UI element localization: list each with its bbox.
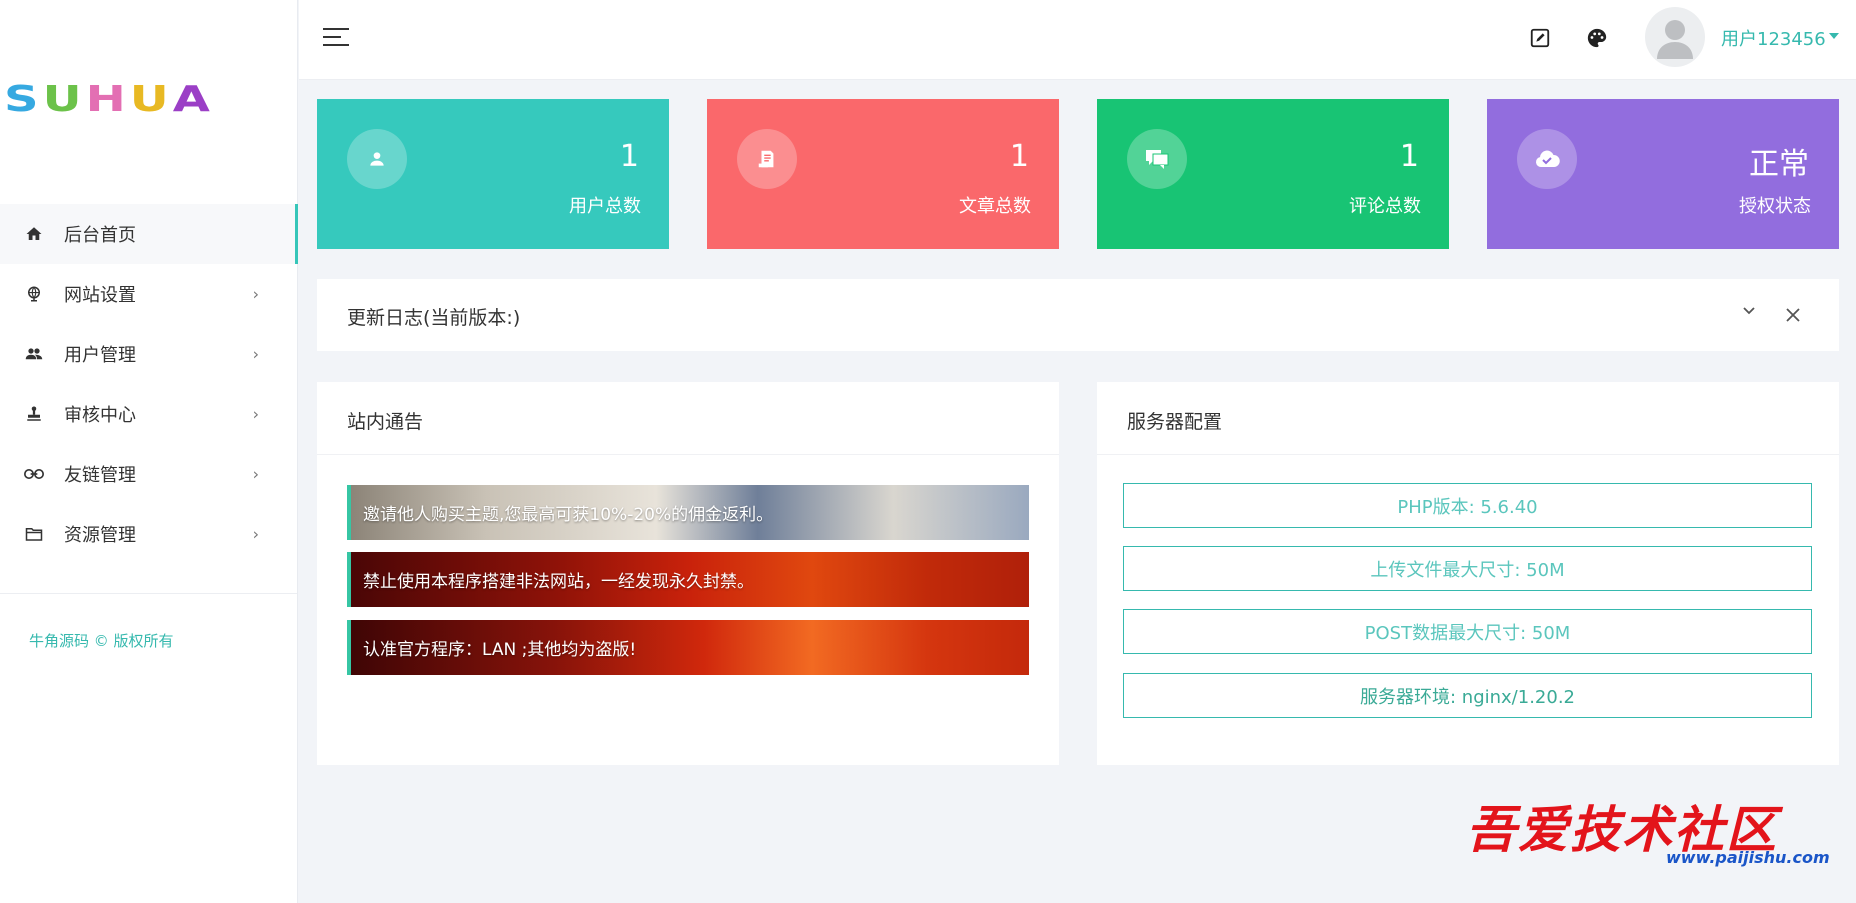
stat-label: 文章总数 — [959, 196, 1031, 217]
logo-letter: A — [172, 78, 214, 120]
sidebar-item-label: 用户管理 — [64, 345, 136, 366]
folder-icon — [24, 524, 44, 544]
notice-text: 禁止使用本程序搭建非法网站，一经发现永久封禁。 — [363, 572, 754, 592]
logo-letter: U — [42, 78, 86, 120]
chevron-right-icon: › — [252, 464, 259, 484]
server-info-upload[interactable]: 上传文件最大尺寸: 50M — [1123, 546, 1812, 591]
notice-item[interactable]: 禁止使用本程序搭建非法网站，一经发现永久封禁。 — [347, 552, 1029, 607]
chevron-right-icon: › — [252, 344, 259, 364]
server-panel-title: 服务器配置 — [1127, 411, 1223, 433]
sidebar-item-label: 审核中心 — [64, 405, 136, 426]
notice-panel-title: 站内通告 — [347, 411, 424, 433]
user-name-link[interactable]: 用户123456 — [1721, 25, 1826, 51]
avatar[interactable] — [1645, 7, 1705, 67]
stat-card-users[interactable]: 1 用户总数 — [317, 99, 669, 249]
logo-letter: H — [85, 78, 130, 120]
stat-card-articles[interactable]: 1 文章总数 — [707, 99, 1059, 249]
sidebar-item-users[interactable]: 用户管理 › — [0, 324, 297, 384]
stat-label: 评论总数 — [1349, 196, 1421, 217]
server-info-post[interactable]: POST数据最大尺寸: 50M — [1123, 609, 1812, 654]
server-config-panel: 服务器配置 PHP版本: 5.6.40 上传文件最大尺寸: 50M POST数据… — [1097, 382, 1839, 765]
users-icon — [24, 344, 44, 364]
stat-value: 1 — [619, 139, 639, 174]
notice-item[interactable]: 认准官方程序：LAN ;其他均为盗版! — [347, 620, 1029, 675]
sidebar-item-label: 友链管理 — [64, 465, 136, 486]
chevron-down-icon[interactable] — [1741, 299, 1757, 323]
home-icon — [24, 224, 44, 244]
chevron-right-icon: › — [252, 404, 259, 424]
logo-letter: S — [4, 78, 43, 120]
cloud-check-icon — [1517, 129, 1577, 189]
stat-label: 授权状态 — [1739, 196, 1811, 217]
changelog-title: 更新日志(当前版本:) — [347, 307, 521, 329]
sidebar-item-resources[interactable]: 资源管理 › — [0, 504, 297, 564]
caret-down-icon[interactable] — [1829, 33, 1839, 39]
server-info-php[interactable]: PHP版本: 5.6.40 — [1123, 483, 1812, 528]
stat-value: 正常 — [1749, 147, 1809, 182]
notice-text: 邀请他人购买主题,您最高可获10%-20%的佣金返利。 — [363, 505, 774, 525]
sidebar-item-site-settings[interactable]: 网站设置 › — [0, 264, 297, 324]
menu-toggle-icon[interactable] — [323, 28, 349, 48]
stat-value: 1 — [1399, 139, 1419, 174]
stat-label: 用户总数 — [569, 196, 641, 217]
palette-icon[interactable] — [1585, 26, 1609, 50]
user-icon — [347, 129, 407, 189]
sidebar-nav: 后台首页 网站设置 › 用户管理 › 审核中心 › 友链管理 › 资源管理 › — [0, 204, 298, 564]
link-icon — [24, 464, 44, 484]
changelog-panel: 更新日志(当前版本:) — [317, 279, 1839, 351]
edit-icon[interactable] — [1528, 26, 1552, 50]
stamp-icon — [24, 404, 44, 424]
stat-card-comments[interactable]: 1 评论总数 — [1097, 99, 1449, 249]
sidebar-item-label: 网站设置 — [64, 285, 136, 306]
article-icon — [737, 129, 797, 189]
sidebar-item-links[interactable]: 友链管理 › — [0, 444, 297, 504]
chevron-right-icon: › — [252, 524, 259, 544]
notice-panel: 站内通告 邀请他人购买主题,您最高可获10%-20%的佣金返利。 禁止使用本程序… — [317, 382, 1059, 765]
sidebar-divider — [0, 593, 297, 594]
notice-item[interactable]: 邀请他人购买主题,您最高可获10%-20%的佣金返利。 — [347, 485, 1029, 540]
panel-divider — [1097, 454, 1839, 455]
sidebar-item-label: 资源管理 — [64, 525, 136, 546]
sidebar-item-label: 后台首页 — [64, 225, 136, 246]
logo-letter: U — [129, 78, 173, 120]
top-bar: 用户123456 — [299, 0, 1856, 80]
sidebar-item-dashboard[interactable]: 后台首页 — [0, 204, 298, 264]
stat-value: 1 — [1009, 139, 1029, 174]
comment-icon — [1127, 129, 1187, 189]
chevron-right-icon: › — [252, 284, 259, 304]
close-icon[interactable] — [1785, 304, 1801, 328]
notice-text: 认准官方程序：LAN ;其他均为盗版! — [363, 640, 637, 660]
sidebar-item-review[interactable]: 审核中心 › — [0, 384, 297, 444]
server-info-env[interactable]: 服务器环境: nginx/1.20.2 — [1123, 673, 1812, 718]
logo[interactable]: S U H U A — [0, 0, 297, 198]
copyright-text: 牛角源码 © 版权所有 — [29, 632, 174, 650]
stat-card-license[interactable]: 正常 授权状态 — [1487, 99, 1839, 249]
globe-icon — [24, 284, 44, 304]
watermark-url: www.paijishu.com — [1666, 848, 1830, 867]
panel-divider — [317, 454, 1059, 455]
sidebar: S U H U A 后台首页 网站设置 › 用户管理 › 审核中心 › 友链管理… — [0, 0, 298, 903]
